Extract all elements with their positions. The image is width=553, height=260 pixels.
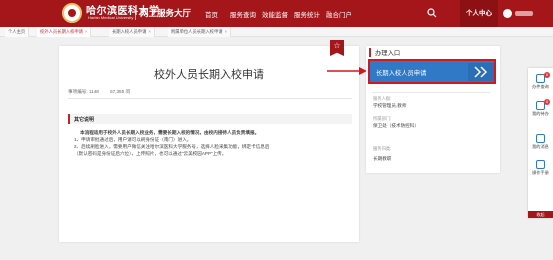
tool-todo[interactable]: 0 我的待办 [528,99,553,117]
served-label: 服务人群: [373,96,392,101]
tool-label: 我的消息 [532,144,549,149]
item-id: 1148 [88,89,99,94]
notification-badge: 0 [544,99,550,105]
tab-label: 附属单位人员长期入校申请 [171,29,223,34]
avatar[interactable] [503,9,512,18]
close-icon[interactable]: × [85,29,88,34]
tab-longterm-apply[interactable]: 长期入校人员申请 × [109,27,155,37]
tool-messages[interactable]: 我的消息 [528,134,553,150]
description-line: 1、申请审批通过后，用户请可以刷身份证（南门）进入。 [74,137,192,142]
tab-bar: 个人主页 校外人员长期入校申请 × 长期入校人员申请 × 附属单位人员长期入校申请 × [0,27,553,37]
category-value: 长期教职 [373,156,392,161]
served-value: 学校管理员,教师 [373,103,407,108]
user-center-tab[interactable]: 个人中心 [460,0,498,27]
search-icon[interactable] [427,8,437,18]
nav-service-query[interactable]: 服务查询 [230,9,256,19]
page-title: 校外人员长期入校申请 [154,69,264,81]
category-label: 服务归类: [373,146,392,151]
portal-title: 网上服务大厅 [140,8,192,18]
section-title: 其它说明 [74,117,95,123]
username-blurred[interactable] [515,11,533,16]
tab-label: 校外人员长期入校申请 [40,29,83,34]
nav-statistics[interactable]: 服务统计 [294,9,320,19]
apply-entry-button[interactable]: 长期入校人员申请 [368,59,496,84]
notification-badge: 0 [544,72,550,78]
description-line: 本流程适用于校外人员长期入校业务，需要长期入校的情况，由校内接待人员负责填报。 [80,130,260,135]
item-views-unit: 问 [125,89,131,94]
top-header: 哈尔滨医科大学 Harbin Medical University 网上服务大厅… [0,0,553,27]
header-divider [135,7,136,20]
star-icon: ☆ [333,41,341,50]
tool-label: 操作手册 [532,170,549,175]
double-chevron-right-icon [468,63,494,81]
university-logo[interactable] [62,3,82,23]
tab-offcampus-apply[interactable]: 校外人员长期入校申请 × [37,27,92,37]
divider [68,98,352,99]
dept-label: 所属部门: [373,116,392,121]
tab-home[interactable]: 个人主页 [5,27,30,37]
brand-name-en: Harbin Medical University [88,15,134,20]
tool-manual[interactable]: 操作手册 [528,160,553,176]
footer-bar [0,250,553,260]
manual-icon [536,160,545,169]
divider [372,92,490,93]
item-id-label: 事项编号: [68,89,88,94]
entry-panel-title: 办理入口 [369,48,400,57]
dept-value: 保卫处（技术防控科） [373,123,419,128]
nav-home[interactable]: 首页 [205,9,218,19]
close-icon[interactable]: × [225,29,228,34]
tool-label: 办件查询 [532,84,549,89]
tool-query[interactable]: 0 办件查询 [528,72,553,90]
description-line: （默认密码是身份证后六位），上传照片，也可以通过“云美校园APP”上传。 [74,151,227,156]
item-views: 57,355 [110,89,125,94]
message-icon [536,134,545,143]
description-line: 2、后续刷脸进入，需要用户微信关注哈尔滨医科大学服务号，选择人脸采集功能，绑定卡… [74,144,270,149]
tab-affiliated-apply[interactable]: 附属单位人员长期入校申请 × [168,27,232,37]
item-meta: 事项编号: 1148 57,355 问 [68,89,130,95]
nav-portal[interactable]: 融合门户 [326,9,352,19]
section-header: 其它说明 [68,114,352,124]
tab-label: 长期入校人员申请 [112,29,147,34]
annotation-arrow [327,67,367,75]
toolbar-collapse-button[interactable]: 收起 [528,211,553,218]
nav-efficiency[interactable]: 效能监督 [262,9,288,19]
apply-entry-label: 长期入校人员申请 [376,70,427,77]
close-icon[interactable]: × [148,29,151,34]
tab-label: 个人主页 [8,29,26,34]
tool-label: 我的待办 [532,111,549,116]
